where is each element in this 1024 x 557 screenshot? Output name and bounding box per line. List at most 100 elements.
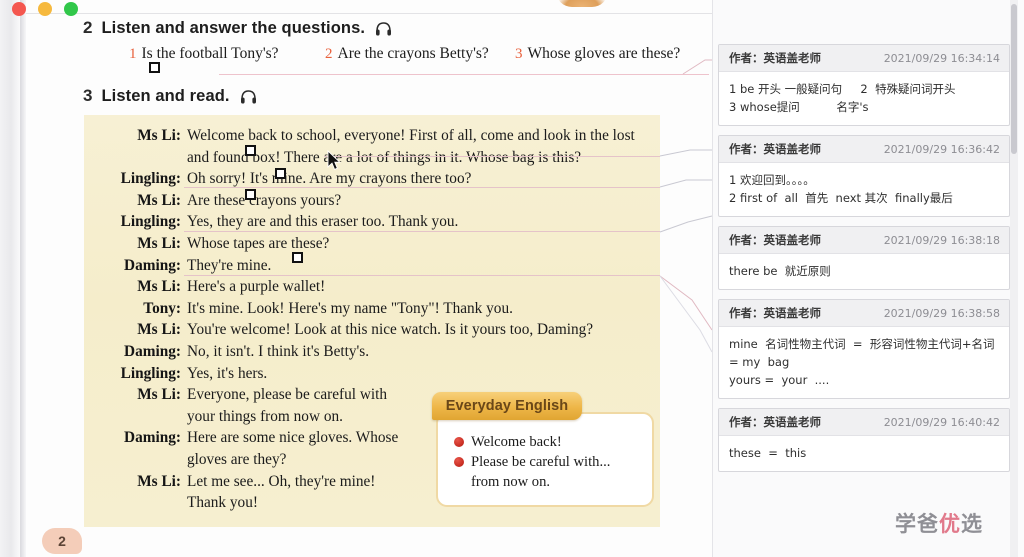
annotation-card[interactable]: 作者：英语盖老师 2021/09/29 16:36:42 1 欢迎回到。。。。 2 f… <box>718 135 1010 217</box>
dialogue-utterance: It's mine. Look! Here's my name "Tony"! … <box>187 298 660 320</box>
question-text-3: Whose gloves are these? <box>527 45 681 62</box>
panel-divider <box>712 0 713 557</box>
annotation-line: mine 名词性物主代词 = 形容词性物主代词+名词 <box>729 337 995 351</box>
dialogue-speaker: Ms Li: <box>137 127 181 144</box>
question-number-2: 2 <box>325 46 333 62</box>
dialogue-utterance-line: Whose tapes are these? <box>187 234 330 252</box>
dialogue-utterance: You're welcome! Look at this nice watch.… <box>187 319 660 341</box>
annotation-card[interactable]: 作者：英语盖老师 2021/09/29 16:38:18 there be 就近原则 <box>718 226 1010 290</box>
annotation-card-body: these = this <box>719 436 1009 471</box>
question-item-2: 2 Are the crayons Betty's? <box>325 45 515 63</box>
dialogue-row: Lingling: Yes, it's hers. <box>84 363 660 385</box>
dialogue-speaker: Lingling: <box>120 170 181 188</box>
dialogue-speaker: Ms Li: <box>137 472 181 490</box>
annotation-line: there be 就近原则 <box>729 264 831 278</box>
annotation-marker[interactable] <box>245 145 256 156</box>
watermark-text-2: 选 <box>961 512 983 536</box>
dialogue-speaker: Lingling: <box>120 213 181 231</box>
dialogue-speaker: Daming: <box>124 256 181 274</box>
bullet-icon <box>454 457 464 467</box>
watermark: 学爸 优 选 <box>895 508 983 538</box>
dialogue-row: Daming: They're mine. <box>84 255 660 277</box>
activity-3-number: 3 <box>83 86 93 105</box>
annotation-timestamp: 2021/09/29 16:34:14 <box>883 51 1000 65</box>
annotation-timestamp: 2021/09/29 16:36:42 <box>883 142 1000 156</box>
activity-2-number: 2 <box>83 18 93 37</box>
dialogue-utterance-line: Yes, they are and this eraser too. Thank… <box>187 213 459 231</box>
mouse-cursor-icon <box>327 149 342 177</box>
everyday-english-item: Please be careful with... <box>454 452 642 472</box>
question-text-2: Are the crayons Betty's? <box>337 45 489 62</box>
dialogue-utterance-line: Are these crayons yours? <box>187 191 342 209</box>
headphone-icon <box>374 20 393 37</box>
annotation-timestamp: 2021/09/29 16:40:42 <box>883 415 1000 429</box>
everyday-english-box: Welcome back! Please be careful with... … <box>432 392 658 507</box>
question-item-1: 1 Is the football Tony's? <box>129 45 325 63</box>
panel-scrollbar[interactable] <box>1010 0 1018 557</box>
annotation-author: 作者：英语盖老师 <box>729 306 821 320</box>
annotation-panel[interactable]: 作者：英语盖老师 2021/09/29 16:34:14 1 be 开头 一般疑问句… <box>712 0 1018 557</box>
dialogue-speaker: Lingling: <box>120 364 181 382</box>
dialogue-speaker: Ms Li: <box>137 234 181 252</box>
dialogue-underline <box>184 187 660 188</box>
dialogue-utterance-line: You're welcome! Look at this nice watch.… <box>187 321 594 339</box>
dialogue-panel: Ms Li: Welcome back to school, everyone! … <box>84 115 660 527</box>
annotation-card-header: 作者：英语盖老师 2021/09/29 16:38:18 <box>719 227 1009 254</box>
dialogue-row: Daming: No, it isn't. I think it's Betty'… <box>84 341 660 363</box>
dialogue-utterance: Yes, they are and this eraser too. Thank… <box>187 211 660 233</box>
panel-scrollbar-thumb[interactable] <box>1011 4 1017 154</box>
dialogue-speaker: Ms Li: <box>137 386 181 404</box>
window-controls[interactable] <box>12 2 78 16</box>
annotation-card-header: 作者：英语盖老师 2021/09/29 16:38:58 <box>719 300 1009 327</box>
watermark-text-highlight: 优 <box>939 512 961 536</box>
dialogue-speaker: Ms Li: <box>137 278 181 296</box>
dialogue-utterance-line: and found box! There are a lot of things… <box>187 148 582 166</box>
annotation-marker[interactable] <box>245 189 256 200</box>
everyday-english-tab: Everyday English <box>432 392 582 420</box>
minimize-window-button[interactable] <box>38 2 52 16</box>
annotation-line: 2 first of all 首先 next 其次 finally最后 <box>729 191 953 205</box>
dialogue-utterance: They're mine. <box>187 255 660 277</box>
annotation-author: 作者：英语盖老师 <box>729 415 821 429</box>
everyday-english-continuation: from now on. <box>471 474 551 490</box>
watermark-text-1: 学爸 <box>895 512 939 536</box>
annotation-timestamp: 2021/09/29 16:38:58 <box>883 306 1000 320</box>
annotation-card[interactable]: 作者：英语盖老师 2021/09/29 16:38:58 mine 名词性物主代词 … <box>718 299 1010 399</box>
question-number-1: 1 <box>129 46 137 62</box>
maximize-window-button[interactable] <box>64 2 78 16</box>
activity-2-title: Listen and answer the questions. <box>101 18 366 37</box>
everyday-english-item-text: Please be careful with... <box>471 454 611 470</box>
dialogue-speaker: Tony: <box>143 299 181 317</box>
headphone-icon <box>239 88 258 105</box>
everyday-english-item: Welcome back! <box>454 432 642 452</box>
dialogue-row: Ms Li: Welcome back to school, everyone! … <box>84 125 660 168</box>
question-number-3: 3 <box>515 46 523 62</box>
dialogue-utterance-line: No, it isn't. I think it's Betty's. <box>187 342 370 360</box>
annotation-card[interactable]: 作者：英语盖老师 2021/09/29 16:34:14 1 be 开头 一般疑问句… <box>718 44 1010 126</box>
question-item-3: 3 Whose gloves are these? <box>515 45 705 63</box>
annotation-marker[interactable] <box>275 168 286 179</box>
annotation-author: 作者：英语盖老师 <box>729 233 821 247</box>
annotation-card[interactable]: 作者：英语盖老师 2021/09/29 16:40:42 these = this <box>718 408 1010 472</box>
annotation-marker[interactable] <box>149 62 160 73</box>
dialogue-utterance-line: Here's a purple wallet! <box>187 278 326 296</box>
annotation-marker[interactable] <box>292 252 303 263</box>
bullet-icon <box>454 437 464 447</box>
annotation-timestamp: 2021/09/29 16:38:18 <box>883 233 1000 247</box>
dialogue-utterance: No, it isn't. I think it's Betty's. <box>187 341 660 363</box>
dialogue-speaker: Ms Li: <box>137 321 181 339</box>
annotation-card-body: 1 欢迎回到。。。。 2 first of all 首先 next 其次 fina… <box>719 163 1009 216</box>
dialogue-utterance: Welcome back to school, everyone! First … <box>187 125 660 168</box>
page-top-rule <box>26 13 712 14</box>
annotation-line: 1 be 开头 一般疑问句 2 特殊疑问词开头 <box>729 82 956 96</box>
close-window-button[interactable] <box>12 2 26 16</box>
dialogue-speaker: Daming: <box>124 429 181 447</box>
annotation-card-header: 作者：英语盖老师 2021/09/29 16:34:14 <box>719 45 1009 72</box>
annotation-card-header: 作者：英语盖老师 2021/09/29 16:36:42 <box>719 136 1009 163</box>
dialogue-utterance-line: They're mine. <box>187 256 272 274</box>
page-ornament-icon <box>556 0 608 7</box>
annotation-author: 作者：英语盖老师 <box>729 142 821 156</box>
dialogue-row: Lingling: Yes, they are and this eraser t… <box>84 211 660 233</box>
annotation-line: = my bag <box>729 355 790 369</box>
everyday-english-body: Welcome back! Please be careful with... … <box>436 412 654 507</box>
